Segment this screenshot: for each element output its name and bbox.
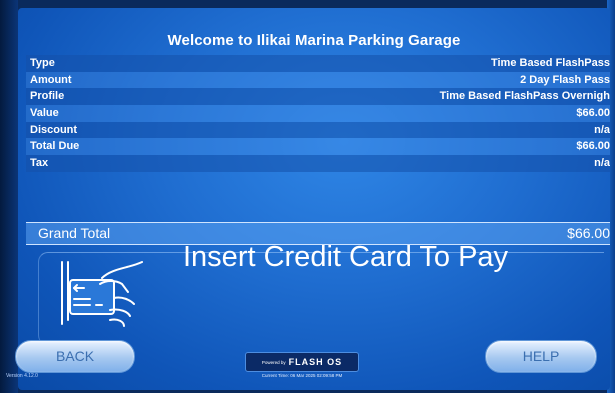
detail-row-tax: Tax n/a	[26, 155, 610, 172]
detail-label: Discount	[30, 123, 78, 136]
powered-by-label: Powered by	[261, 359, 286, 365]
detail-row-amount: Amount 2 Day Flash Pass	[26, 71, 610, 89]
brand-name: FLASH OS	[288, 357, 343, 367]
detail-value: 2 Day Flash Pass	[520, 73, 610, 86]
detail-value: Time Based FlashPass Overnigh	[439, 90, 610, 103]
detail-value: $66.00	[576, 140, 610, 153]
flash-os-logo: Powered by FLASH OS	[245, 352, 359, 372]
screen-bezel-left	[0, 0, 18, 393]
detail-row-profile: Profile Time Based FlashPass Overnigh	[26, 88, 610, 106]
grand-total-label: Grand Total	[38, 225, 111, 241]
detail-label: Profile	[30, 90, 65, 103]
detail-value: $66.00	[576, 107, 610, 120]
detail-row-discount: Discount n/a	[26, 121, 610, 139]
insert-card-prompt: Insert Credit Card To Pay	[183, 241, 509, 273]
detail-label: Total Due	[30, 140, 80, 153]
detail-value: n/a	[594, 123, 610, 136]
page-title: Welcome to Ilikai Marina Parking Garage	[167, 32, 461, 49]
current-time: Current Time: 06 Mar 2025 02:09:58 PM	[261, 373, 343, 378]
payment-details-table: Type Time Based FlashPass Amount 2 Day F…	[26, 55, 610, 172]
detail-row-type: Type Time Based FlashPass	[26, 55, 610, 72]
credit-card-insert-icon	[61, 261, 143, 327]
detail-label: Value	[30, 107, 59, 120]
back-button[interactable]: BACK	[15, 340, 135, 373]
help-button[interactable]: HELP	[485, 340, 597, 373]
detail-label: Type	[30, 57, 55, 69]
detail-row-value: Value $66.00	[26, 105, 610, 122]
grand-total-value: $66.00	[567, 225, 610, 241]
detail-value: Time Based FlashPass	[490, 57, 610, 69]
detail-label: Tax	[30, 157, 49, 170]
version-label: Version 4.12.0	[6, 373, 38, 379]
detail-label: Amount	[30, 73, 72, 86]
kiosk-screen: Welcome to Ilikai Marina Parking Garage …	[18, 8, 610, 390]
detail-row-total-due: Total Due $66.00	[26, 138, 610, 156]
detail-value: n/a	[594, 157, 610, 170]
